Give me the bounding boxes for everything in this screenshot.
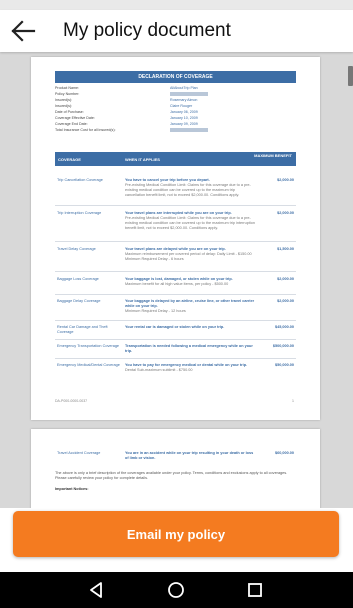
email-policy-button[interactable]: Email my policy (13, 511, 339, 557)
status-bar (0, 0, 353, 10)
nav-recents-button[interactable] (243, 579, 267, 601)
scrollbar[interactable] (348, 66, 353, 86)
redacted-value (170, 128, 208, 132)
notices-heading: Important Notices: (55, 487, 89, 491)
app-bar: My policy document (0, 10, 353, 52)
info-row: Total Insurance Cost for all insured(s): (55, 127, 296, 133)
redacted-value (170, 92, 208, 96)
declaration-title: DECLARATION OF COVERAGE (55, 71, 296, 83)
nav-back-button[interactable] (84, 579, 108, 601)
system-nav-bar (0, 572, 353, 608)
pdf-viewer[interactable]: DECLARATION OF COVERAGE Product Name: Al… (0, 52, 353, 572)
home-circle-icon (168, 582, 184, 598)
page-number: 1 (292, 399, 294, 403)
disclaimer-text: The above is only a brief description of… (55, 471, 288, 480)
divider (55, 271, 296, 272)
divider (55, 241, 296, 242)
page-title: My policy document (63, 20, 231, 41)
document-page: DECLARATION OF COVERAGE Product Name: Al… (31, 57, 320, 420)
back-button[interactable] (8, 17, 38, 45)
coverage-table-header: COVERAGE WHEN IT APPLIES MAXIMUM BENEFIT (55, 152, 296, 166)
arrow-left-icon (11, 20, 36, 42)
divider (55, 205, 296, 206)
bottom-action-area: Email my policy (0, 508, 353, 572)
nav-home-button[interactable] (164, 579, 188, 601)
recents-square-icon (248, 583, 262, 597)
back-triangle-icon (90, 582, 102, 598)
divider (55, 339, 296, 340)
divider (55, 358, 296, 359)
document-id: DA-P000-0000-0037 (55, 399, 88, 403)
divider (55, 294, 296, 295)
divider (55, 320, 296, 321)
